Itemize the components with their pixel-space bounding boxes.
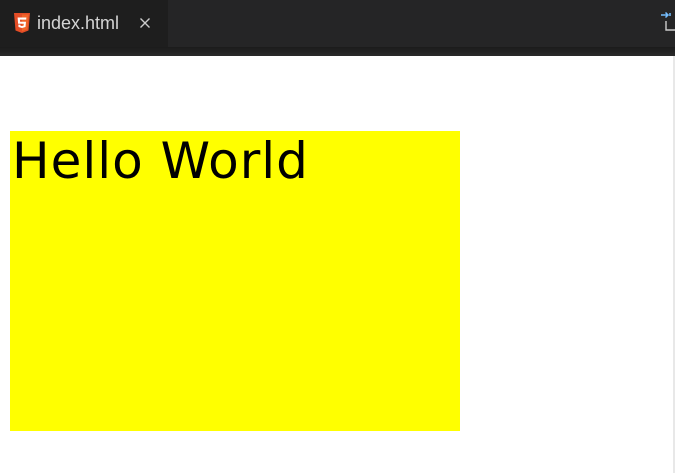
tab-bar-shadow [0, 47, 675, 56]
yellow-box: Hello World [10, 131, 460, 431]
close-icon[interactable] [138, 16, 152, 30]
split-editor-icon[interactable] [660, 10, 675, 32]
preview-viewport: Hello World [0, 56, 673, 473]
editor-tab-bar: index.html [0, 0, 675, 47]
hello-world-text: Hello World [12, 132, 309, 190]
html5-icon [14, 13, 30, 33]
tab-index-html[interactable]: index.html [0, 0, 168, 47]
tab-label: index.html [37, 13, 120, 33]
